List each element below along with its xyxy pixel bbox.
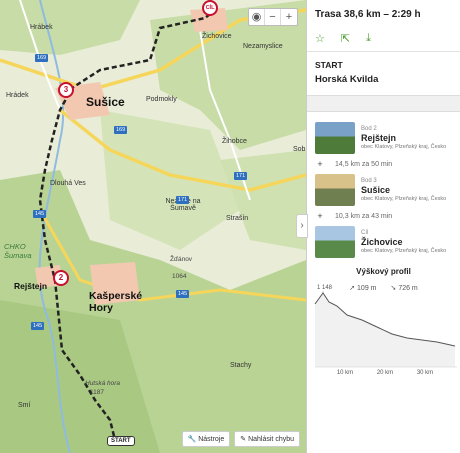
- route-title: Trasa 38,6 km – 2:29 h: [315, 9, 421, 20]
- route-pin-finish[interactable]: CÍL: [202, 0, 218, 16]
- map-label-hutska-hora: Hutská hora: [85, 380, 121, 387]
- waypoint-index: Bod 2: [361, 126, 377, 132]
- map-label-elev-1187: 1187: [90, 389, 104, 396]
- add-waypoint-icon[interactable]: +: [315, 159, 325, 169]
- map-label-smi: Smí: [18, 402, 31, 409]
- map-label-dlouha-ves: Dlouhá Ves: [50, 180, 86, 187]
- road-number: 169: [114, 126, 128, 134]
- segment-info: + 14,5 km za 50 min: [307, 157, 460, 171]
- road-number: 145: [176, 290, 190, 298]
- waypoint-item[interactable]: Bod 3 Sušice obec Klatovy, Plzeňský kraj…: [307, 171, 460, 209]
- road-number: 145: [33, 210, 47, 218]
- zoom-out-button[interactable]: −: [265, 9, 281, 25]
- waypoint-region: obec Klatovy, Plzeňský kraj, Česko: [361, 196, 447, 202]
- waypoint-item[interactable]: Bod 2 Rejštejn obec Klatovy, Plzeňský kr…: [307, 119, 460, 157]
- segment-separator: [307, 95, 460, 112]
- profile-tick: 30 km: [417, 370, 433, 376]
- locate-icon[interactable]: ◉: [249, 9, 265, 25]
- share-icon[interactable]: ⇱: [341, 32, 350, 45]
- route-panel: Trasa 38,6 km – 2:29 h ☆ ⇱ ⤓ START Horsk…: [306, 0, 460, 453]
- waypoint-region: obec Klatovy, Plzeňský kraj, Česko: [361, 248, 447, 254]
- waypoint-index: Cíl: [361, 230, 369, 236]
- profile-tick: 10 km: [337, 370, 353, 376]
- waypoint-photo: [315, 122, 355, 154]
- waypoint-photo: [315, 174, 355, 206]
- route-pin-3[interactable]: 3: [58, 82, 74, 98]
- map-label-stachy: Stachy: [230, 362, 252, 369]
- map-label-hradek: Hrádek: [6, 92, 29, 99]
- elevation-profile-chart[interactable]: 1 148 10 km 20 km 30 km: [307, 282, 460, 377]
- zoom-controls: ◉ − +: [248, 8, 298, 26]
- segment-distance: 10,3 km za 43 min: [335, 212, 393, 220]
- profile-max-label: 1 148: [317, 285, 333, 291]
- road-number: 145: [31, 322, 45, 330]
- start-name: Horská Kvilda: [315, 74, 379, 85]
- waypoint-name: Rejštejn: [361, 133, 397, 143]
- route-pin-start[interactable]: START: [107, 436, 135, 446]
- map-label-zdanov: Žďánov: [170, 256, 193, 263]
- profile-area: [315, 293, 455, 367]
- panel-collapse-chevron-icon[interactable]: ›: [296, 214, 308, 238]
- map-label-nezamyslice: Nezamyslice: [243, 43, 283, 50]
- map-label-elev-1064: 1064: [172, 273, 187, 280]
- map-label-kasperske-hory: Kašperské Hory: [89, 290, 143, 314]
- route-header: Trasa 38,6 km – 2:29 h ☆ ⇱ ⤓: [307, 0, 460, 51]
- add-waypoint-icon[interactable]: +: [315, 211, 325, 221]
- map-label-strasin: Strašín: [226, 215, 249, 222]
- map-label-susice: Sušice: [86, 95, 125, 109]
- report-error-button[interactable]: ✎ Nahlásit chybu: [234, 431, 300, 447]
- waypoint-region: obec Klatovy, Plzeňský kraj, Česko: [361, 144, 447, 150]
- waypoint-index: Bod 3: [361, 178, 377, 184]
- route-actions: ☆ ⇱ ⤓: [315, 32, 452, 45]
- road-number: 171: [176, 196, 190, 204]
- elevation-profile-title: Výškový profil: [356, 267, 411, 276]
- waypoint-item[interactable]: Cíl Žichovice obec Klatovy, Plzeňský kra…: [307, 223, 460, 261]
- road-number: 171: [234, 172, 248, 180]
- map-label-hrabe: Hrábek: [30, 24, 53, 31]
- map-label-chko: CHKO Šumava: [4, 242, 32, 260]
- map-label-sob: Sob: [293, 146, 306, 153]
- map-label-zihobce: Žihobce: [222, 138, 247, 145]
- waypoint-photo: [315, 226, 355, 258]
- segment-distance: 14,5 km za 50 min: [335, 160, 393, 168]
- waypoint-name: Sušice: [361, 185, 391, 195]
- map-view[interactable]: Sušice Rejštejn Kašperské Hory Žichovice…: [0, 0, 306, 453]
- zoom-in-button[interactable]: +: [281, 9, 297, 25]
- road-number: 169: [35, 54, 49, 62]
- map-footer: 🔧 Nástroje ✎ Nahlásit chybu: [181, 431, 300, 447]
- map-label-podmokly: Podmokly: [146, 96, 177, 103]
- download-icon[interactable]: ⤓: [366, 32, 371, 45]
- map-label-rejstejn: Rejštejn: [14, 281, 48, 291]
- segment-info: + 10,3 km za 43 min: [307, 209, 460, 223]
- map-label-zichovice: Žichovice: [202, 33, 232, 40]
- map-base: [0, 0, 306, 453]
- star-icon[interactable]: ☆: [315, 32, 325, 45]
- start-label: START: [315, 60, 343, 70]
- tools-button[interactable]: 🔧 Nástroje: [181, 431, 231, 447]
- route-pin-2[interactable]: 2: [53, 270, 69, 286]
- profile-tick: 20 km: [377, 370, 393, 376]
- start-point[interactable]: START Horská Kvilda: [307, 52, 460, 95]
- waypoint-name: Žichovice: [361, 237, 403, 247]
